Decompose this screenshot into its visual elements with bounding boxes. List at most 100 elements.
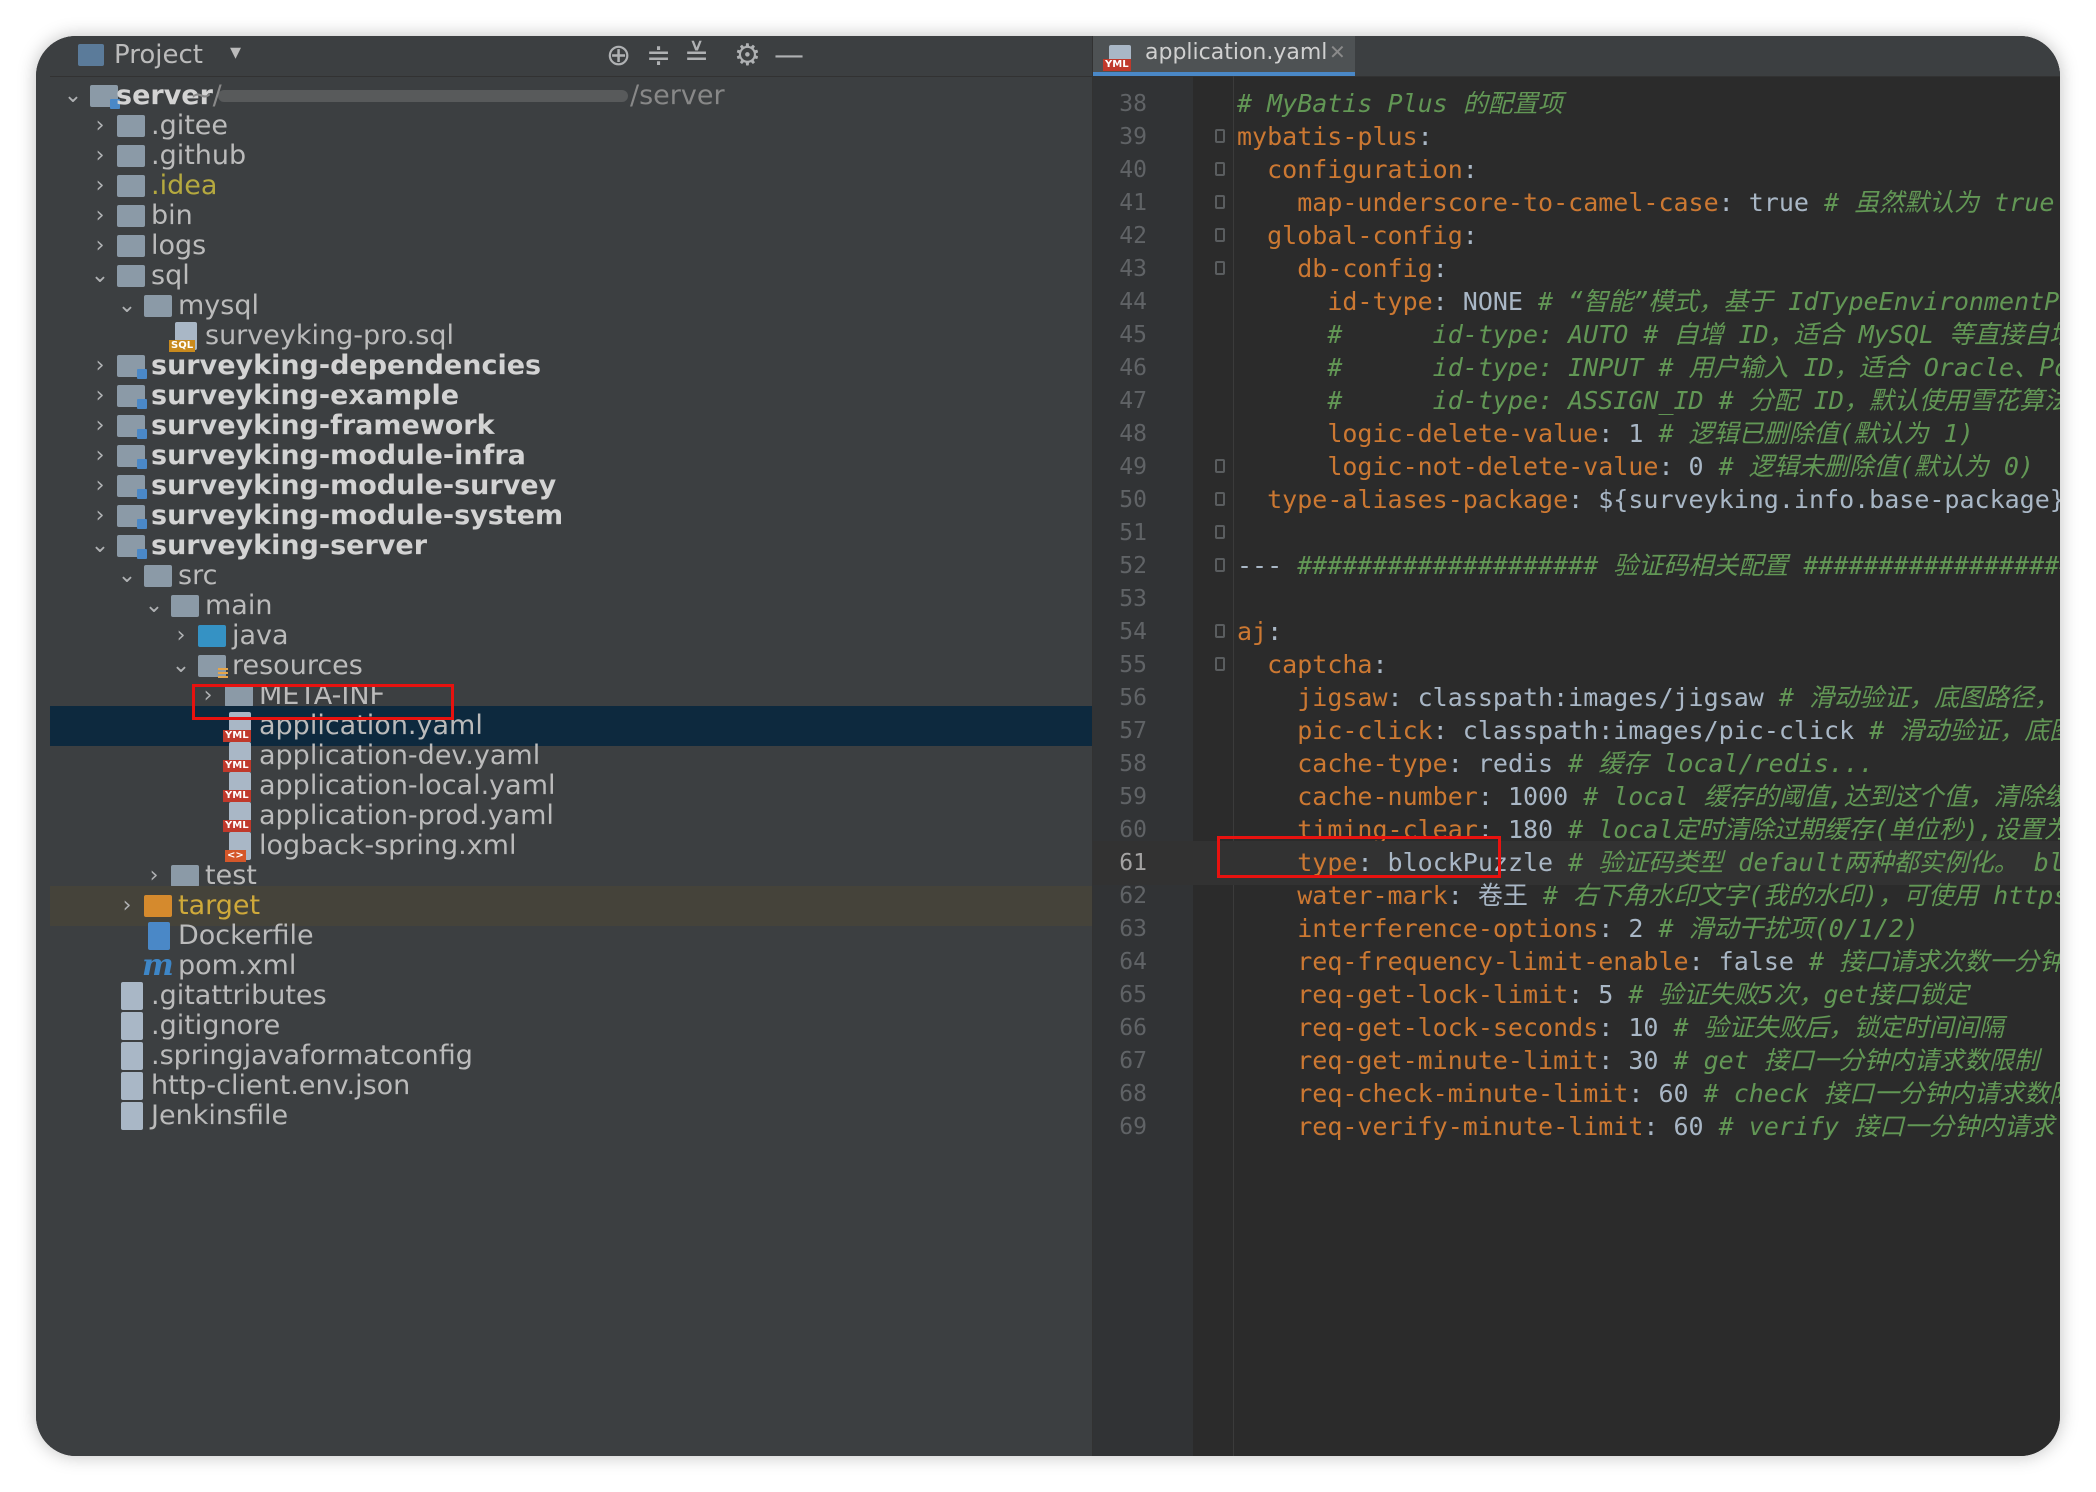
yaml-value [1237, 914, 1297, 943]
yaml-value [1237, 716, 1297, 745]
hide-panel-icon[interactable]: — [774, 38, 804, 73]
fold-marker-icon[interactable] [1215, 492, 1225, 506]
yaml-key: req-check-minute-limit [1297, 1079, 1629, 1108]
yaml-value: : classpath:images/jigsaw [1387, 683, 1779, 712]
tree-item-label: Jenkinsfile [151, 1100, 289, 1131]
yaml-comment: # verify 接口一分钟内请求 [1718, 1112, 2055, 1141]
yaml-value [1237, 947, 1297, 976]
yaml-value [1237, 353, 1327, 382]
yaml-value [1237, 683, 1297, 712]
yaml-key: pic-click [1297, 716, 1433, 745]
yaml-key: req-get-lock-limit [1297, 980, 1569, 1009]
text-file-icon [121, 1102, 143, 1130]
yaml-value: : 60 [1643, 1112, 1719, 1141]
yaml-value: : 2 [1598, 914, 1659, 943]
yaml-comment: # id-type: INPUT # 用户输入 ID，适合 Oracle、Po [1327, 353, 2060, 382]
yaml-value [1237, 485, 1267, 514]
yaml-value: : true [1718, 188, 1825, 217]
module-folder-icon [117, 535, 147, 559]
yaml-comment: # 逻辑未删除值(默认为 0) [1718, 452, 2034, 481]
fold-marker-icon[interactable] [1215, 261, 1225, 275]
folder-icon [117, 145, 145, 167]
module-folder-icon [117, 475, 147, 499]
fold-marker-icon[interactable] [1215, 195, 1225, 209]
folder-icon [144, 565, 172, 587]
highlight-box-water-mark [1217, 836, 1501, 878]
fold-marker-icon[interactable] [1215, 525, 1225, 539]
highlight-box-application-yaml [192, 684, 454, 720]
code-line[interactable]: 69 req-verify-minute-limit: 60 # verify … [1093, 1105, 2060, 1149]
yaml-key: id-type [1327, 287, 1433, 316]
gear-icon[interactable]: ⚙ [734, 38, 761, 73]
fold-marker-icon[interactable] [1215, 459, 1225, 473]
yaml-comment: #################### 验证码相关配置 ###########… [1297, 551, 2060, 580]
yaml-comment: # MyBatis Plus 的配置项 [1237, 89, 1563, 118]
expand-all-icon[interactable]: ≑ [646, 38, 671, 73]
code-text: req-verify-minute-limit: 60 # verify 接口一… [1237, 1105, 2054, 1149]
yaml-comment: # 右下角水印文字(我的水印)，可使用 https [1542, 881, 2060, 910]
yaml-file-icon: YML [1103, 45, 1131, 71]
fold-marker-icon[interactable] [1215, 657, 1225, 671]
yaml-comment: # 缓存 local/redis... [1568, 749, 1875, 778]
yaml-value: : [1372, 650, 1388, 679]
yaml-value: : NONE [1432, 287, 1539, 316]
yaml-value [1237, 980, 1297, 1009]
yaml-key: req-frequency-limit-enable [1297, 947, 1689, 976]
close-icon[interactable]: ✕ [1329, 40, 1346, 64]
yaml-key: req-get-lock-seconds [1297, 1013, 1599, 1042]
tool-window-strip[interactable] [36, 36, 51, 1456]
folder-icon [171, 595, 199, 617]
yaml-value: : [1462, 221, 1478, 250]
code-area[interactable]: 38 # MyBatis Plus 的配置项 39 mybatis-plus: 40 c… [1093, 76, 2060, 1456]
yaml-value: : [1417, 122, 1433, 151]
folder-icon [117, 235, 145, 257]
yaml-comment: # get 接口一分钟内请求数限制 [1673, 1046, 2039, 1075]
folder-icon [117, 175, 145, 197]
yaml-key: db-config [1297, 254, 1433, 283]
editor-tab-bar: YML application.yaml ✕ [1093, 36, 2060, 77]
yaml-key: map-underscore-to-camel-case [1297, 188, 1719, 217]
yaml-value: : 1000 [1477, 782, 1584, 811]
tab-application-yaml[interactable]: YML application.yaml ✕ [1093, 36, 1355, 76]
fold-marker-icon[interactable] [1215, 624, 1225, 638]
yaml-value: : [1462, 155, 1478, 184]
project-view-title[interactable]: Project [114, 40, 203, 70]
fold-marker-icon[interactable] [1215, 162, 1225, 176]
yaml-key: cache-type [1297, 749, 1448, 778]
tab-label: application.yaml [1145, 40, 1328, 65]
chevron-down-icon[interactable]: ▾ [230, 40, 241, 65]
yaml-value: : 卷王 [1447, 881, 1543, 910]
yaml-value [1237, 1013, 1297, 1042]
yaml-value [1237, 1046, 1297, 1075]
fold-marker-icon[interactable] [1215, 558, 1225, 572]
yaml-value [1237, 1112, 1297, 1141]
fold-marker-icon[interactable] [1215, 129, 1225, 143]
yaml-comment: # local 缓存的阈值,达到这个值，清除缓 [1583, 782, 2060, 811]
yaml-value: : false [1688, 947, 1809, 976]
yaml-comment: # local定时清除过期缓存(单位秒),设置为 [1568, 815, 2060, 844]
yaml-value [1237, 881, 1297, 910]
yaml-value [1237, 419, 1327, 448]
yaml-comment: # 滑动干扰项(0/1/2) [1658, 914, 1919, 943]
collapse-all-icon[interactable]: ≚ [684, 38, 709, 73]
yaml-value [1237, 782, 1297, 811]
yaml-key: configuration [1267, 155, 1463, 184]
yaml-comment: # 验证码类型 default两种都实例化。 bl [1568, 848, 2060, 877]
folder-icon [171, 865, 199, 887]
yaml-value: : 5 [1568, 980, 1629, 1009]
yaml-value [1237, 650, 1267, 679]
yaml-key: logic-delete-value [1327, 419, 1599, 448]
yaml-comment: # id-type: AUTO # 自增 ID，适合 MySQL 等直接自增 [1327, 320, 2060, 349]
excluded-folder-icon [144, 895, 172, 917]
fold-marker-icon[interactable] [1215, 228, 1225, 242]
yaml-key: global-config [1267, 221, 1463, 250]
line-number: 69 [1119, 1114, 1147, 1140]
yaml-value [1237, 155, 1267, 184]
yaml-value: : 0 [1658, 452, 1719, 481]
tree-item-jenkins[interactable]: Jenkinsfile [50, 1096, 1092, 1136]
yaml-value: : 1 [1598, 419, 1659, 448]
yaml-value [1237, 386, 1327, 415]
locate-file-icon[interactable]: ⊕ [606, 38, 631, 73]
yaml-value: : [1432, 254, 1448, 283]
folder-icon [117, 265, 145, 287]
